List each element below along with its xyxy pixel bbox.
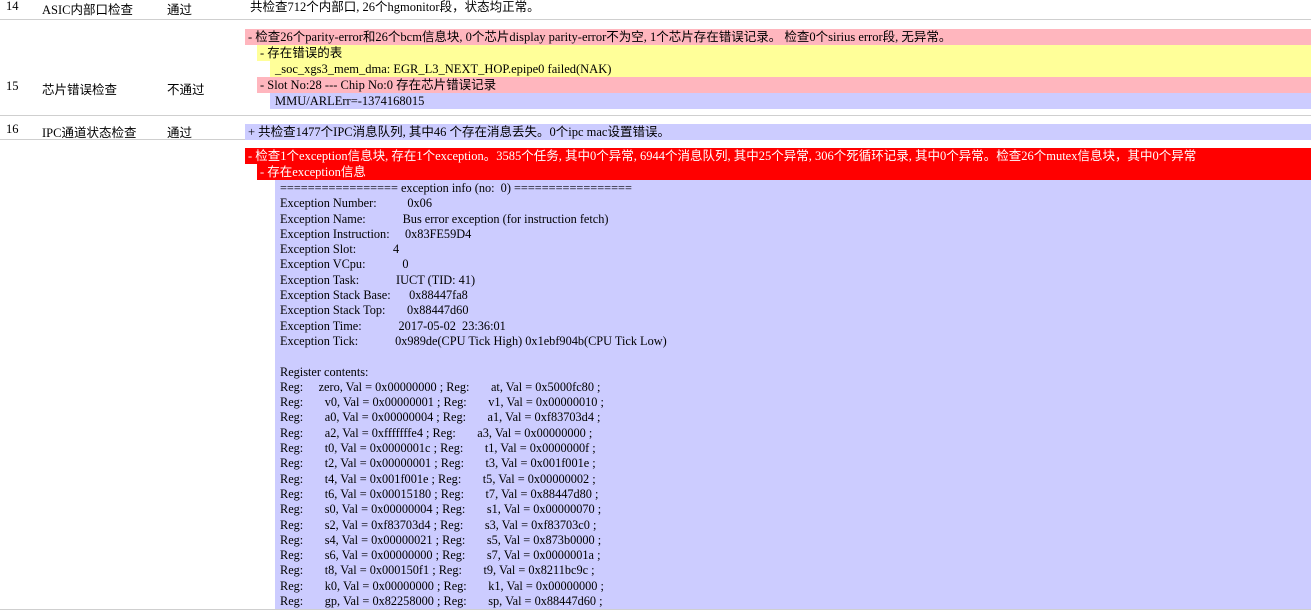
check-name: ASIC内部口检查 bbox=[42, 3, 133, 17]
chip-error-toggle[interactable]: - Slot No:28 --- Chip No:0 存在芯片错误记录 bbox=[257, 77, 1311, 93]
row-number: 15 bbox=[6, 79, 19, 93]
exception-line: Exception Number: 0x06 bbox=[280, 196, 432, 211]
exception-line: Exception Instruction: 0x83FE59D4 bbox=[280, 226, 472, 241]
check-row-15: 15 芯片错误检查 不通过 - 检查26个parity-error和26个bcm… bbox=[0, 20, 1311, 116]
check-row-exception: - 检查1个exception信息块, 存在1个exception。3585个任… bbox=[0, 140, 1311, 611]
exception-line bbox=[280, 349, 1311, 364]
exception-line: Reg: a0, Val = 0x00000004 ; Reg: a1, Val… bbox=[280, 410, 601, 425]
exception-line: Reg: t0, Val = 0x0000001c ; Reg: t1, Val… bbox=[280, 441, 596, 456]
exception-line: Reg: gp, Val = 0x82258000 ; Reg: sp, Val… bbox=[280, 594, 603, 609]
check-name: IPC通道状态检查 bbox=[42, 126, 137, 140]
check-result: 通过 bbox=[167, 126, 193, 140]
exception-line: Reg: t8, Val = 0x000150f1 ; Reg: t9, Val… bbox=[280, 563, 595, 578]
exception-line: Reg: zero, Val = 0x00000000 ; Reg: at, V… bbox=[280, 379, 601, 394]
exception-line: Reg: s4, Val = 0x00000021 ; Reg: s5, Val… bbox=[280, 532, 602, 547]
check-row-16: 16 IPC通道状态检查 通过 + 共检查1477个IPC消息队列, 其中46 … bbox=[0, 116, 1311, 140]
exception-line: Reg: t4, Val = 0x001f001e ; Reg: t5, Val… bbox=[280, 471, 596, 486]
exception-line: Reg: v0, Val = 0x00000001 ; Reg: v1, Val… bbox=[280, 395, 604, 410]
exception-line: Reg: s0, Val = 0x00000004 ; Reg: s1, Val… bbox=[280, 502, 602, 517]
exception-line: Exception Task: IUCT (TID: 41) bbox=[280, 272, 476, 287]
exception-line: Reg: t6, Val = 0x00015180 ; Reg: t7, Val… bbox=[280, 486, 599, 501]
check-row-14: 14 ASIC内部口检查 通过 共检查712个内部口, 26个hgmonitor… bbox=[0, 0, 1311, 20]
collapse-summary-toggle[interactable]: - 检查26个parity-error和26个bcm信息块, 0个芯片displ… bbox=[245, 29, 1311, 45]
check-result: 不通过 bbox=[167, 83, 205, 97]
exception-line: ================= exception info (no: 0)… bbox=[280, 181, 632, 195]
error-table-toggle[interactable]: - 存在错误的表 bbox=[257, 45, 1311, 61]
exception-line: Exception VCpu: 0 bbox=[280, 257, 409, 272]
exception-line: Exception Stack Top: 0x88447d60 bbox=[280, 303, 469, 318]
exception-line: Exception Tick: 0x989de(CPU Tick High) 0… bbox=[280, 333, 667, 348]
exception-details: ================= exception info (no: 0)… bbox=[275, 180, 1311, 610]
exception-line: Reg: t2, Val = 0x00000001 ; Reg: t3, Val… bbox=[280, 456, 596, 471]
exception-line: Exception Time: 2017-05-02 23:36:01 bbox=[280, 318, 506, 333]
exception-line: Reg: s6, Val = 0x00000000 ; Reg: s7, Val… bbox=[280, 548, 601, 563]
check-summary: 共检查712个内部口, 26个hgmonitor段，状态均正常。 bbox=[250, 0, 540, 14]
exception-line: Reg: a2, Val = 0xfffffffe4 ; Reg: a3, Va… bbox=[280, 425, 593, 440]
exception-line: Exception Name: Bus error exception (for… bbox=[280, 211, 609, 226]
exception-line: Reg: k0, Val = 0x00000000 ; Reg: k1, Val… bbox=[280, 578, 604, 593]
error-table-value: _soc_xgs3_mem_dma: EGR_L3_NEXT_HOP.epipe… bbox=[270, 61, 1311, 77]
exception-summary-toggle[interactable]: - 检查1个exception信息块, 存在1个exception。3585个任… bbox=[245, 148, 1311, 164]
check-result: 通过 bbox=[167, 3, 193, 17]
exception-line: Exception Stack Base: 0x88447fa8 bbox=[280, 288, 468, 303]
row-number: 16 bbox=[6, 122, 19, 136]
exception-line: Exception Slot: 4 bbox=[280, 242, 400, 257]
exception-line: Register contents: bbox=[280, 364, 369, 379]
expand-summary-toggle[interactable]: + 共检查1477个IPC消息队列, 其中46 个存在消息丢失。0个ipc ma… bbox=[245, 124, 1311, 140]
exception-info-toggle[interactable]: - 存在exception信息 bbox=[257, 164, 1311, 180]
exception-line: Reg: s2, Val = 0xf83703d4 ; Reg: s3, Val… bbox=[280, 517, 597, 532]
check-name: 芯片错误检查 bbox=[42, 83, 118, 97]
chip-error-value: MMU/ARLErr=-1374168015 bbox=[270, 93, 1311, 109]
row-number: 14 bbox=[6, 0, 19, 13]
